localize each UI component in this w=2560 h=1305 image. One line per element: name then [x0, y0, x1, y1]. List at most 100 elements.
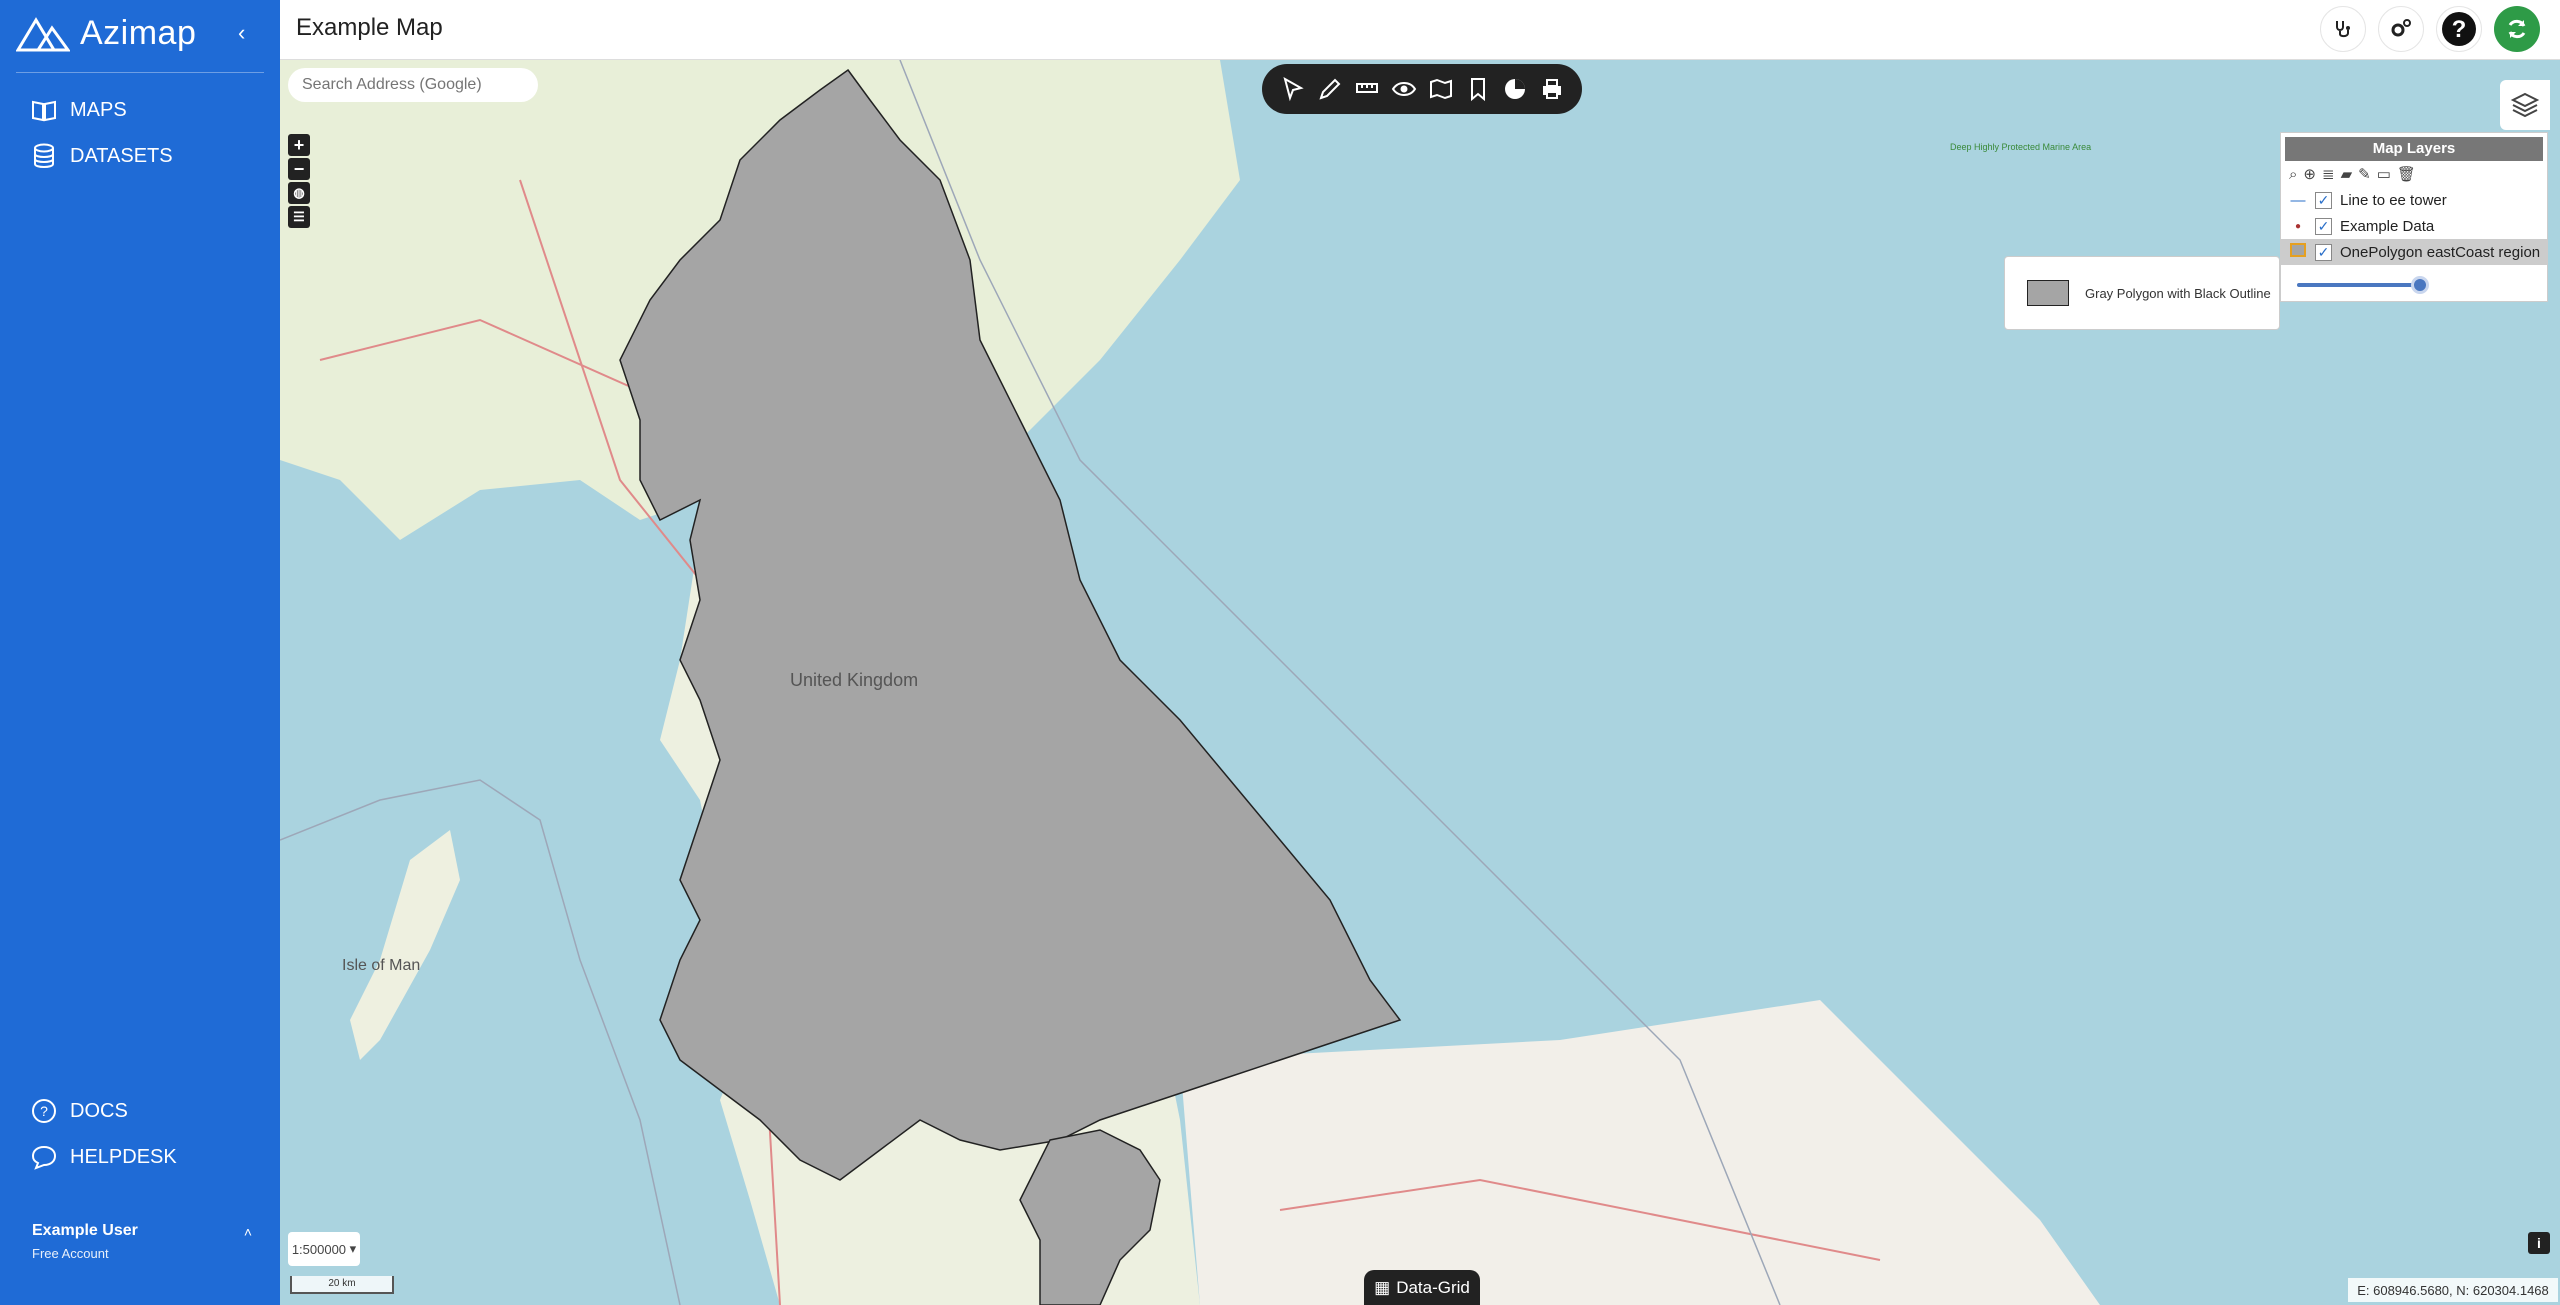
mountain-logo-icon	[16, 16, 70, 51]
zoom-in-button[interactable]: +	[288, 134, 310, 156]
layers-icon	[2510, 92, 2540, 118]
bookmark-icon	[1470, 78, 1485, 102]
sidebar-item-label: DOCS	[70, 1099, 128, 1122]
map-tool-button[interactable]	[1425, 73, 1457, 105]
eye-icon	[1391, 82, 1416, 96]
folder-icon[interactable]: ▰	[2341, 165, 2353, 183]
coordinates-readout: E: 608946.5680, N: 620304.1468	[2348, 1278, 2558, 1302]
info-button[interactable]: i	[2528, 1232, 2550, 1254]
layer-row-example-data[interactable]: ● ✓ Example Data	[2281, 213, 2547, 239]
boundary-line	[280, 779, 681, 1305]
scale-value: 1:500000	[291, 1241, 347, 1257]
list-button[interactable]: ☰	[288, 206, 310, 228]
pencil-icon	[1318, 78, 1340, 100]
layers-panel-title: Map Layers	[2285, 137, 2543, 161]
app-name: Azimap	[80, 14, 197, 52]
sidebar-item-maps[interactable]: MAPS	[30, 96, 127, 124]
user-name: Example User	[32, 1222, 138, 1239]
line-symbol-icon: —	[2290, 191, 2306, 209]
page-title: Example Map	[296, 14, 443, 41]
legend-popup: Gray Polygon with Black Outline	[2004, 256, 2280, 330]
polygon-symbol-icon	[2289, 243, 2307, 261]
map-tiles: United Kingdom Isle of Man Deep Highly P…	[280, 60, 2100, 1305]
data-grid-button[interactable]: ▦ Data-Grid	[1364, 1270, 1480, 1305]
globe-button[interactable]: ◍	[288, 182, 310, 204]
collapse-sidebar-icon[interactable]: ‹	[238, 20, 245, 46]
chart-button[interactable]	[1499, 73, 1531, 105]
question-icon: ?	[2442, 12, 2476, 46]
sidebar-item-label: HELPDESK	[70, 1145, 177, 1168]
bookmark-button[interactable]	[1462, 73, 1494, 105]
question-circle-icon: ?	[32, 1099, 56, 1123]
app-logo[interactable]: Azimap	[16, 14, 196, 53]
map-label-isle-of-man: Isle of Man	[342, 957, 420, 974]
stethoscope-button[interactable]	[2320, 6, 2366, 52]
map-toolbar	[1262, 64, 1582, 114]
user-plan: Free Account	[32, 1246, 109, 1261]
layer-checkbox[interactable]: ✓	[2315, 191, 2332, 209]
gears-icon	[2391, 19, 2411, 37]
layer-name: OnePolygon eastCoast region	[2340, 243, 2541, 261]
printer-icon	[1542, 79, 1561, 99]
layer-row-polygon[interactable]: ✓ OnePolygon eastCoast region	[2281, 239, 2547, 265]
sidebar-item-label: MAPS	[70, 98, 127, 121]
layer-row-line[interactable]: — ✓ Line to ee tower	[2281, 187, 2547, 213]
layer-checkbox[interactable]: ✓	[2315, 243, 2332, 261]
divider	[16, 72, 264, 73]
legend-swatch	[2027, 280, 2069, 306]
map-label-marine-area: Deep Highly Protected Marine Area	[1950, 142, 2091, 152]
user-menu[interactable]: Example User Free Account ˄	[32, 1222, 252, 1261]
opacity-slider-track[interactable]	[2297, 283, 2417, 287]
opacity-slider-handle[interactable]	[2411, 276, 2429, 294]
book-icon	[32, 100, 56, 122]
chevron-up-icon[interactable]: ˄	[244, 1224, 252, 1240]
search-input[interactable]	[288, 68, 538, 102]
pie-chart-icon	[1504, 79, 1525, 99]
sidebar: Azimap ‹ MAPS DATASETS ? DOCS HELPDESK E…	[0, 0, 280, 1305]
sidebar-item-datasets[interactable]: DATASETS	[30, 142, 173, 170]
data-grid-label: Data-Grid	[1396, 1277, 1470, 1297]
chevron-down-icon: ▾	[346, 1241, 357, 1256]
sidebar-item-label: DATASETS	[70, 144, 173, 167]
point-symbol-icon: ●	[2294, 220, 2302, 232]
wrench-icon[interactable]: ✎	[2358, 165, 2371, 183]
add-circle-icon[interactable]: ⊕	[2303, 165, 2316, 183]
database-icon	[34, 143, 54, 168]
cursor-icon	[1282, 76, 1304, 102]
zoom-out-button[interactable]: −	[288, 158, 310, 180]
layer-name: Line to ee tower	[2340, 191, 2447, 209]
layer-checkbox[interactable]: ✓	[2315, 217, 2332, 235]
database-icon[interactable]: ≣	[2322, 165, 2335, 183]
map-layers-panel: Map Layers ⌕ ⊕ ≣ ▰ ✎ ▭ 🗑 — ✓ Line to ee …	[2280, 132, 2548, 302]
map-label-united-kingdom: United Kingdom	[790, 670, 918, 690]
grid-icon: ▦	[1374, 1277, 1391, 1297]
sidebar-item-helpdesk[interactable]: HELPDESK	[30, 1143, 177, 1171]
land-isle-of-man	[350, 830, 460, 1060]
svg-text:?: ?	[40, 1103, 48, 1119]
measure-tool-button[interactable]	[1351, 73, 1383, 105]
layers-toggle-button[interactable]	[2500, 80, 2550, 130]
scale-select[interactable]: 1:500000 ▾	[288, 1232, 360, 1266]
chat-icon	[31, 1145, 57, 1170]
refresh-icon	[2508, 19, 2526, 39]
header: Example Map ?	[280, 0, 2560, 60]
view-tool-button[interactable]	[1388, 73, 1420, 105]
map-canvas[interactable]: United Kingdom Isle of Man Deep Highly P…	[280, 60, 2560, 1305]
select-tool-button[interactable]	[1277, 73, 1309, 105]
layer-name: Example Data	[2340, 217, 2435, 235]
settings-button[interactable]	[2378, 6, 2424, 52]
print-button[interactable]	[1536, 73, 1568, 105]
scale-bar: 20 km	[290, 1276, 394, 1294]
trash-icon[interactable]: 🗑	[2397, 165, 2416, 183]
ruler-icon	[1355, 83, 1378, 93]
help-button[interactable]: ?	[2436, 6, 2482, 52]
legend-label: Gray Polygon with Black Outline	[2085, 285, 2271, 301]
comment-icon[interactable]: ▭	[2377, 165, 2391, 183]
refresh-button[interactable]	[2494, 6, 2540, 52]
layers-toolbar: ⌕ ⊕ ≣ ▰ ✎ ▭ 🗑	[2281, 161, 2547, 187]
stethoscope-icon	[2336, 21, 2350, 38]
search-icon[interactable]: ⌕	[2289, 166, 2297, 183]
sidebar-item-docs[interactable]: ? DOCS	[30, 1097, 128, 1125]
svg-text:?: ?	[2452, 16, 2467, 43]
draw-tool-button[interactable]	[1314, 73, 1346, 105]
